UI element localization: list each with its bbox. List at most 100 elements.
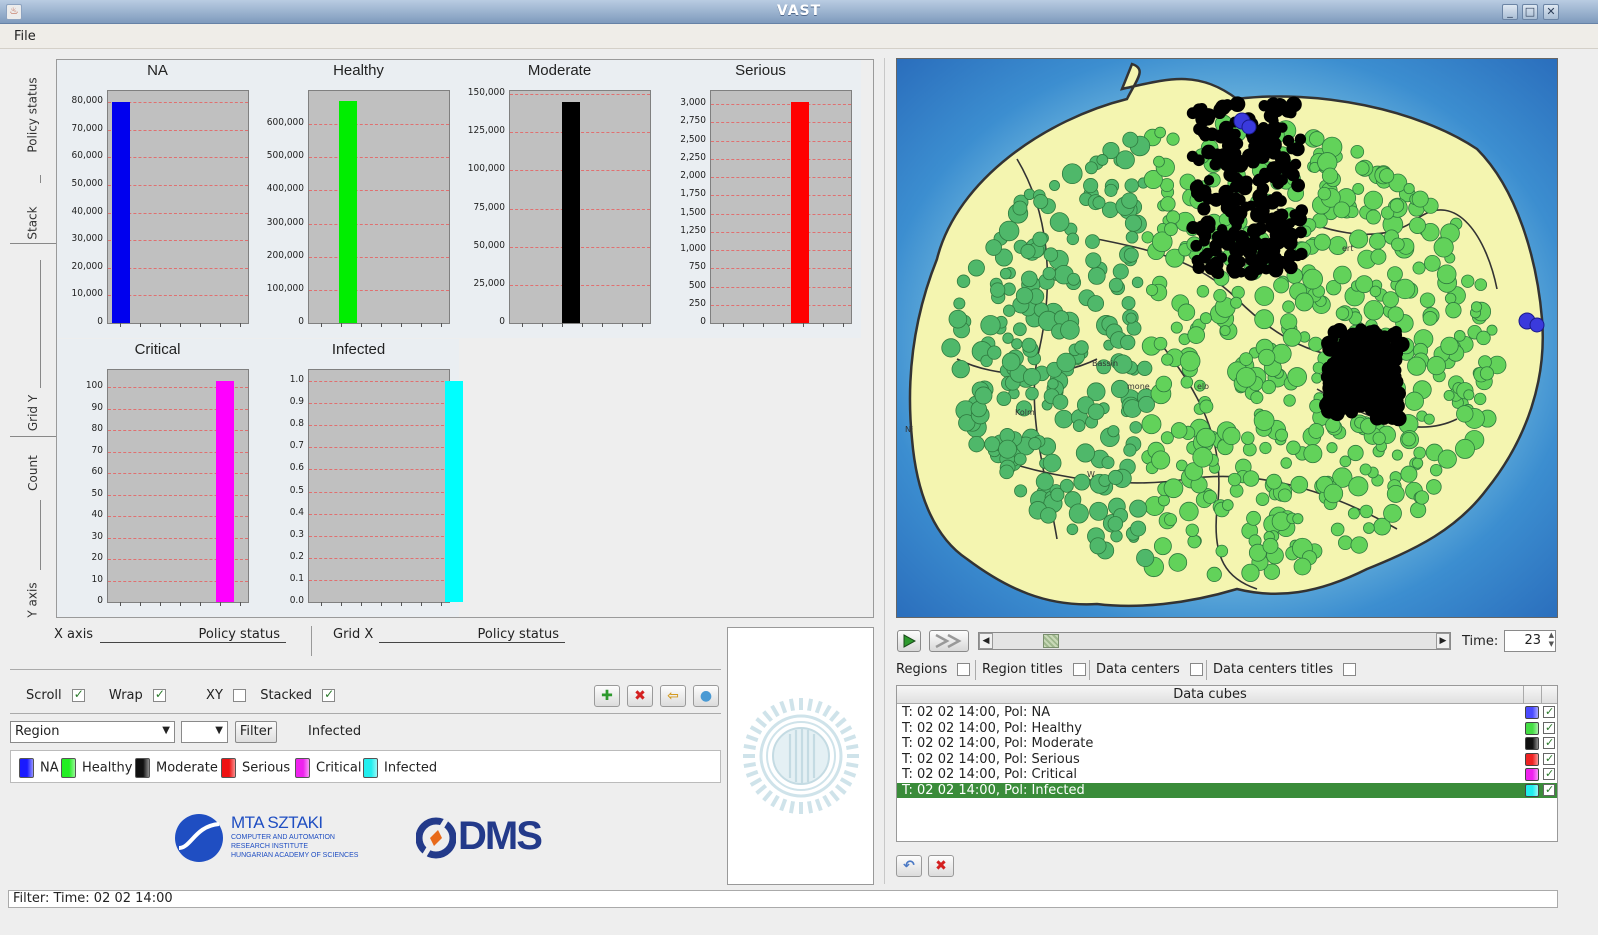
chart-title: NA [147, 62, 168, 79]
minimize-button[interactable]: _ [1502, 4, 1518, 20]
legend-item-critical[interactable]: Critical [295, 758, 361, 778]
y-tick-label: 2,500 [680, 133, 706, 145]
filter-button[interactable]: Filter [235, 721, 277, 743]
scroll-checkbox[interactable] [71, 687, 85, 702]
status-bar: Filter: Time: 02 02 14:00 [8, 890, 1558, 908]
cube-color-swatch[interactable] [1525, 768, 1539, 782]
y-tick-label: 10 [91, 573, 103, 585]
cube-color-swatch[interactable] [1525, 752, 1539, 766]
y-tick-label: 20 [91, 552, 103, 564]
legend-item-infected[interactable]: Infected [363, 758, 437, 778]
chevron-down-icon: ▼ [162, 725, 170, 736]
bar-na[interactable] [112, 102, 130, 323]
cube-row[interactable]: T: 02 02 14:00, Pol: Serious [897, 751, 1557, 767]
slider-left-arrow-icon[interactable]: ◀ [979, 633, 993, 649]
tab-count[interactable]: Count [10, 445, 56, 500]
cube-color-swatch[interactable] [1525, 706, 1539, 719]
cube-row[interactable]: T: 02 02 14:00, Pol: NA [897, 704, 1557, 720]
y-tick-label: 500,000 [266, 150, 304, 162]
menu-file[interactable]: File [14, 29, 36, 44]
cube-visible-checkbox[interactable] [1543, 782, 1555, 797]
chart-grid: NA 80,000 70,000 60,000 50,000 40,000 30,000 20… [56, 59, 874, 618]
y-tick-label: 60,000 [71, 150, 103, 162]
map-place-label: Ni [905, 425, 913, 434]
value-combo[interactable]: ▼ [181, 721, 228, 743]
sztaki-emblem-icon [175, 814, 223, 862]
legend-label: Moderate [156, 760, 218, 776]
tab-y-axis[interactable]: Y axis [10, 575, 56, 625]
tab-policy-status[interactable]: Policy status [10, 60, 56, 170]
tab-stack[interactable]: Stack [10, 195, 56, 250]
bar-moderate[interactable] [562, 101, 580, 323]
y-tick-label: 80,000 [71, 95, 103, 107]
time-slider[interactable]: ◀ ▶ [978, 632, 1451, 650]
add-icon[interactable]: ✚ [594, 685, 620, 707]
cube-color-swatch[interactable] [1525, 721, 1539, 735]
chart-moderate[interactable]: Moderate 150,000 125,000 100,000 75,000 50,00… [459, 60, 660, 338]
bar-infected[interactable] [445, 381, 463, 602]
cube-color-swatch[interactable] [1525, 737, 1539, 751]
slider-right-arrow-icon[interactable]: ▶ [1436, 633, 1450, 649]
grid-x-selector[interactable]: Grid X Policy status [333, 627, 573, 647]
time-spinner[interactable]: 23 ▲ ▼ [1504, 630, 1556, 652]
refresh-icon[interactable]: ● [693, 685, 719, 707]
cube-row[interactable]: T: 02 02 14:00, Pol: Infected [897, 782, 1557, 798]
data-centers-toggle[interactable]: Data centers [1096, 662, 1203, 680]
dms-logo: DMS [416, 814, 556, 860]
x-axis-value[interactable]: Policy status [100, 627, 286, 643]
y-tick-label: 0.1 [289, 572, 304, 584]
remove-cube-icon[interactable]: ✖ [928, 855, 954, 877]
region-combo[interactable]: Region ▼ [10, 721, 175, 743]
stacked-checkbox[interactable] [322, 687, 336, 702]
cube-row[interactable]: T: 02 02 14:00, Pol: Critical [897, 766, 1557, 782]
region-titles-toggle[interactable]: Region titles [982, 662, 1086, 680]
legend: NA Healthy Moderate Serious Critical Infected [10, 750, 721, 783]
data-cubes-table: Data cubes T: 02 02 14:00, Pol: NAT: 02 … [896, 685, 1558, 842]
cube-visible-checkbox[interactable] [1543, 751, 1555, 766]
legend-item-moderate[interactable]: Moderate [135, 758, 218, 778]
regions-toggle[interactable]: Regions [896, 662, 971, 680]
x-axis-selector[interactable]: X axis Policy status [54, 627, 294, 647]
chart-healthy[interactable]: Healthy 600,000 500,000 400,000 300,000 200,0… [258, 60, 459, 338]
bar-critical[interactable] [216, 380, 234, 602]
y-tick-label: 200,000 [266, 249, 304, 261]
y-tick-label: 10,000 [71, 288, 103, 300]
cube-visible-checkbox[interactable] [1543, 766, 1555, 781]
cube-row[interactable]: T: 02 02 14:00, Pol: Moderate [897, 735, 1557, 751]
close-button[interactable]: ✕ [1543, 4, 1559, 20]
y-tick-label: 2,000 [680, 170, 706, 182]
y-tick-label: 100 [85, 380, 103, 392]
y-tick-label: 50,000 [71, 177, 103, 189]
xy-checkbox[interactable] [233, 689, 247, 702]
bar-healthy[interactable] [339, 100, 357, 323]
bar-serious[interactable] [791, 101, 809, 323]
wrap-checkbox[interactable] [152, 687, 166, 702]
y-tick-label: 40,000 [71, 205, 103, 217]
legend-swatch [135, 758, 150, 778]
y-tick-label: 300,000 [266, 216, 304, 228]
back-arrow-icon[interactable]: ⇦ [660, 685, 686, 707]
undo-icon[interactable]: ↶ [896, 855, 922, 877]
fast-forward-icon[interactable] [929, 630, 969, 652]
chart-critical[interactable]: Critical 100 90 80 70 60 50 40 30 20 10 0 [57, 339, 258, 617]
grid-x-value[interactable]: Policy status [379, 627, 565, 643]
map-view[interactable]: Bassin mone elo Kolm W Ni ert [896, 58, 1558, 618]
maximize-button[interactable]: □ [1522, 4, 1538, 20]
chart-infected[interactable]: Infected 1.0 0.9 0.8 0.7 0.6 0.5 0.4 0.3 0.2 0.1 0.… [258, 339, 463, 617]
legend-item-serious[interactable]: Serious [221, 758, 290, 778]
delete-icon[interactable]: ✖ [627, 685, 653, 707]
chart-na[interactable]: NA 80,000 70,000 60,000 50,000 40,000 30,000 20… [57, 60, 258, 338]
legend-label: Healthy [82, 760, 133, 776]
legend-item-na[interactable]: NA [19, 758, 59, 778]
cube-visible-checkbox[interactable] [1543, 735, 1555, 750]
legend-item-healthy[interactable]: Healthy [61, 758, 132, 778]
cube-visible-checkbox[interactable] [1543, 720, 1555, 735]
slider-thumb[interactable] [1043, 634, 1059, 648]
play-icon[interactable] [897, 630, 921, 652]
plot-area [107, 369, 249, 606]
data-centers-titles-toggle[interactable]: Data centers titles [1213, 662, 1357, 680]
cube-color-swatch[interactable] [1525, 784, 1539, 797]
chart-serious[interactable]: Serious 3,000 2,750 2,500 2,250 2,000 1,750 1,5… [660, 60, 861, 338]
cube-visible-checkbox[interactable] [1543, 704, 1555, 719]
cube-row[interactable]: T: 02 02 14:00, Pol: Healthy [897, 720, 1557, 736]
